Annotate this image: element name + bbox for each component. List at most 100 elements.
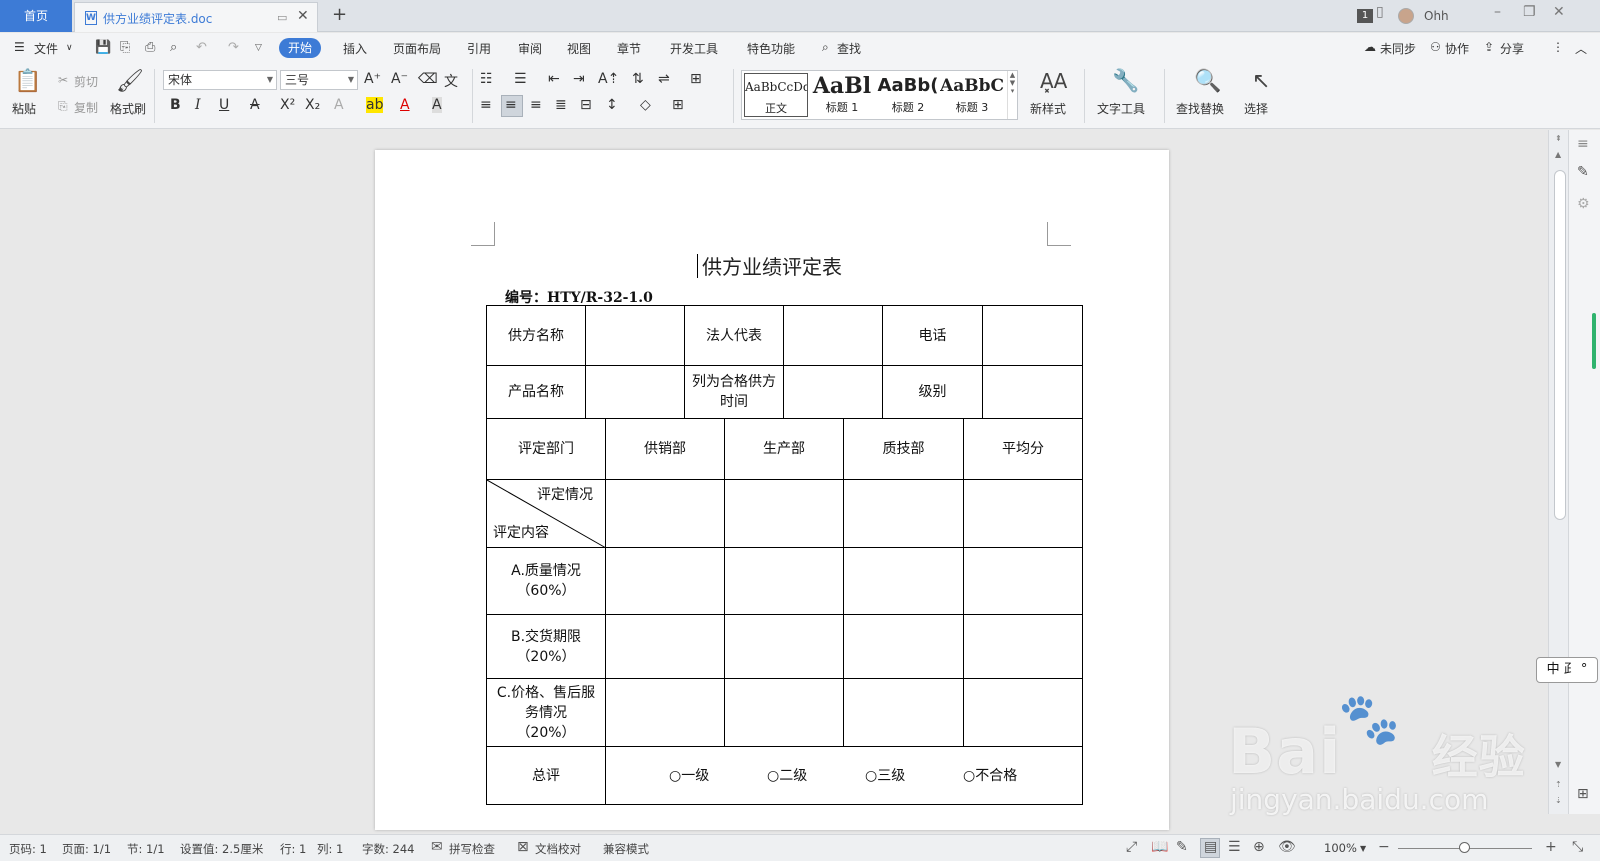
undo-icon[interactable]: ↶: [196, 40, 207, 55]
paste-icon[interactable]: 📋: [14, 69, 41, 94]
next-page-icon[interactable]: ⇣: [1555, 796, 1562, 805]
table-cell[interactable]: [963, 614, 1083, 679]
scrollbar-thumb[interactable]: [1554, 170, 1566, 520]
table-cell-level-value[interactable]: [982, 365, 1083, 419]
status-section[interactable]: 节: 1/1: [127, 841, 165, 857]
style-heading-1[interactable]: AaBl 标题 1: [810, 73, 874, 117]
share-button[interactable]: 分享: [1500, 40, 1524, 57]
subscript-icon[interactable]: X₂: [305, 97, 320, 113]
export-icon[interactable]: ⎘: [120, 40, 130, 55]
table-cell[interactable]: [724, 547, 844, 615]
table-cell[interactable]: [843, 614, 964, 679]
justify-icon[interactable]: ≣: [555, 97, 567, 113]
cursor-select-icon[interactable]: ↖: [1252, 69, 1270, 94]
table-cell-legal-rep-label[interactable]: 法人代表: [684, 305, 784, 366]
table-cell[interactable]: [605, 614, 725, 679]
table-header-average[interactable]: 平均分: [963, 418, 1083, 480]
bold-icon[interactable]: B: [170, 97, 181, 113]
avatar[interactable]: [1398, 8, 1414, 24]
style-gallery-scroll[interactable]: ▲ ▼ ▾: [1007, 71, 1017, 119]
collaborate-icon[interactable]: ⚇: [1430, 40, 1441, 54]
search-icon[interactable]: ⌕: [822, 40, 829, 55]
adjust-icon[interactable]: ⚙: [1577, 196, 1590, 212]
scroll-down-icon[interactable]: ▼: [1555, 760, 1561, 769]
select-button[interactable]: 选择: [1244, 100, 1268, 117]
table-cell[interactable]: [724, 678, 844, 747]
menu-home-active[interactable]: 开始: [279, 38, 321, 58]
bullet-list-icon[interactable]: ☷: [480, 71, 493, 87]
web-view-icon[interactable]: ⊕: [1253, 839, 1265, 855]
shading-icon[interactable]: ◇: [640, 97, 651, 113]
align-right-icon[interactable]: ≡: [530, 97, 542, 113]
table-header-quality-tech[interactable]: 质技部: [843, 418, 964, 480]
table-cell-phone-value[interactable]: [982, 305, 1083, 366]
collapse-ribbon-icon[interactable]: ︿: [1575, 40, 1587, 57]
font-color-icon[interactable]: A: [400, 97, 410, 113]
table-header-sales[interactable]: 供销部: [605, 418, 725, 480]
distribute-icon[interactable]: ⊟: [580, 97, 592, 113]
zoom-dropdown-icon[interactable]: ▼: [1360, 844, 1366, 853]
document-code[interactable]: 编号：HTY/R-32-1.0: [505, 287, 653, 307]
table-cell[interactable]: [963, 479, 1083, 548]
menu-chapter[interactable]: 章节: [617, 40, 641, 57]
cloud-sync-icon[interactable]: ☁: [1364, 40, 1376, 54]
table-cell[interactable]: [605, 479, 725, 548]
new-style-icon[interactable]: A͓A: [1040, 69, 1067, 93]
wrench-icon[interactable]: 🔧: [1112, 69, 1139, 94]
table-cell-summary-label[interactable]: 总评: [486, 746, 606, 805]
new-tab-button[interactable]: +: [332, 4, 347, 25]
align-left-icon[interactable]: ≡: [480, 97, 492, 113]
status-setting[interactable]: 设置值: 2.5厘米: [180, 841, 263, 857]
zoom-slider-handle[interactable]: [1459, 842, 1470, 853]
grade-option-fail[interactable]: ○不合格: [963, 766, 1017, 786]
style-normal[interactable]: AaBbCcDd 正文: [744, 73, 808, 117]
doc-proof-icon[interactable]: ⊠: [517, 839, 529, 855]
prev-page-icon[interactable]: ⇡: [1555, 780, 1562, 789]
spell-check-button[interactable]: 拼写检查: [449, 841, 495, 857]
zoom-out-icon[interactable]: −: [1378, 839, 1390, 855]
find-replace-icon[interactable]: 🔍: [1194, 69, 1221, 94]
table-cell-grade-options[interactable]: ○一级 ○二级 ○三级 ○不合格: [605, 746, 1083, 805]
close-tab-icon[interactable]: ✕: [297, 8, 309, 24]
table-header-production[interactable]: 生产部: [724, 418, 844, 480]
format-painter-button[interactable]: 格式刷: [110, 100, 146, 117]
document-title[interactable]: 供方业绩评定表: [375, 251, 1169, 280]
restore-icon[interactable]: ❐: [1523, 4, 1536, 20]
table-cell-criteria-price-service[interactable]: C.价格、售后服务情况 （20%）: [486, 678, 606, 747]
table-cell-legal-rep-value[interactable]: [783, 305, 883, 366]
grow-font-icon[interactable]: A⁺: [364, 71, 381, 87]
char-shading-icon[interactable]: A: [432, 97, 442, 113]
font-size-select[interactable]: 三号 ▼: [280, 70, 358, 90]
menu-find[interactable]: 查找: [837, 40, 861, 57]
zoom-level[interactable]: 100%: [1324, 841, 1357, 855]
text-effect-icon[interactable]: A: [334, 97, 344, 113]
underline-icon[interactable]: U: [219, 97, 229, 113]
collaborate-button[interactable]: 协作: [1445, 40, 1469, 57]
print-icon[interactable]: ⎙: [145, 40, 155, 55]
pin-icon[interactable]: ▭: [277, 11, 287, 24]
chevron-down-icon[interactable]: ∨: [66, 43, 73, 53]
table-cell-supplier-name-label[interactable]: 供方名称: [486, 305, 586, 366]
decrease-indent-icon[interactable]: ⇤: [548, 71, 560, 87]
edit-mode-icon[interactable]: ✎: [1176, 839, 1188, 855]
zoom-in-icon[interactable]: +: [1545, 839, 1557, 855]
table-cell-criteria-delivery[interactable]: B.交货期限 （20%）: [486, 614, 606, 679]
increase-indent-icon[interactable]: ⇥: [573, 71, 585, 87]
table-cell-diagonal[interactable]: 评定情况 评定内容: [486, 479, 607, 549]
user-name[interactable]: Ohh: [1424, 0, 1449, 32]
minimize-icon[interactable]: –: [1494, 4, 1501, 20]
table-cell[interactable]: [724, 479, 844, 548]
table-cell[interactable]: [963, 547, 1083, 615]
document-page[interactable]: 供方业绩评定表 编号：HTY/R-32-1.0 供方名称 法人代表 电话 产品名…: [375, 150, 1169, 830]
table-cell-qualified-time-label[interactable]: 列为合格供方时间: [684, 365, 784, 419]
panel-menu-icon[interactable]: ≡: [1577, 136, 1589, 152]
new-style-button[interactable]: 新样式: [1030, 100, 1066, 117]
table-cell-product-name-value[interactable]: [585, 365, 685, 419]
menu-review[interactable]: 审阅: [518, 40, 542, 57]
menu-file[interactable]: 文件: [34, 40, 58, 57]
doc-proof-button[interactable]: 文档校对: [535, 841, 581, 857]
sort-icon[interactable]: ⇅: [632, 71, 644, 87]
menu-features[interactable]: 特色功能: [747, 40, 795, 57]
table-cell-level-label[interactable]: 级别: [882, 365, 983, 419]
cut-icon[interactable]: ✂: [58, 73, 68, 87]
